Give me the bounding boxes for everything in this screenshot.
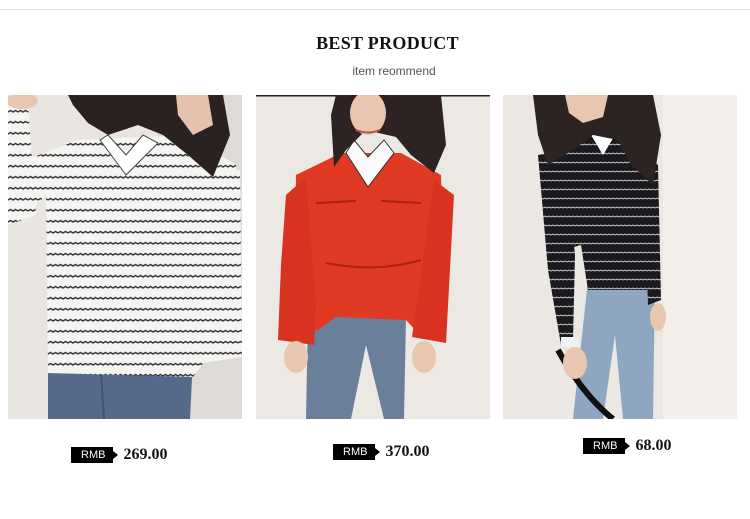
page: BEST PRODUCT item reommend RMB 269.00 RM…: [0, 0, 750, 519]
currency-tag: RMB: [333, 444, 381, 460]
product-image-white-striped-sweater[interactable]: [8, 95, 242, 419]
price-row-2: RMB 370.00: [333, 443, 429, 461]
section-title: BEST PRODUCT: [316, 33, 459, 53]
product-card-1[interactable]: [8, 95, 242, 419]
section-subtitle: item reommend: [352, 64, 436, 78]
price-row-1: RMB 269.00: [71, 446, 167, 464]
currency-tag: RMB: [583, 438, 631, 454]
top-divider: [0, 9, 750, 10]
product-card-3[interactable]: [503, 95, 737, 419]
price-row-3: RMB 68.00: [583, 437, 671, 455]
currency-tag: RMB: [71, 447, 119, 463]
product-card-2[interactable]: [256, 95, 490, 419]
product-image-black-striped-sweater[interactable]: [503, 95, 737, 419]
price-value: 269.00: [123, 446, 168, 463]
price-value: 370.00: [385, 443, 430, 460]
price-value: 68.00: [635, 437, 672, 454]
product-image-red-jacket[interactable]: [256, 95, 490, 419]
